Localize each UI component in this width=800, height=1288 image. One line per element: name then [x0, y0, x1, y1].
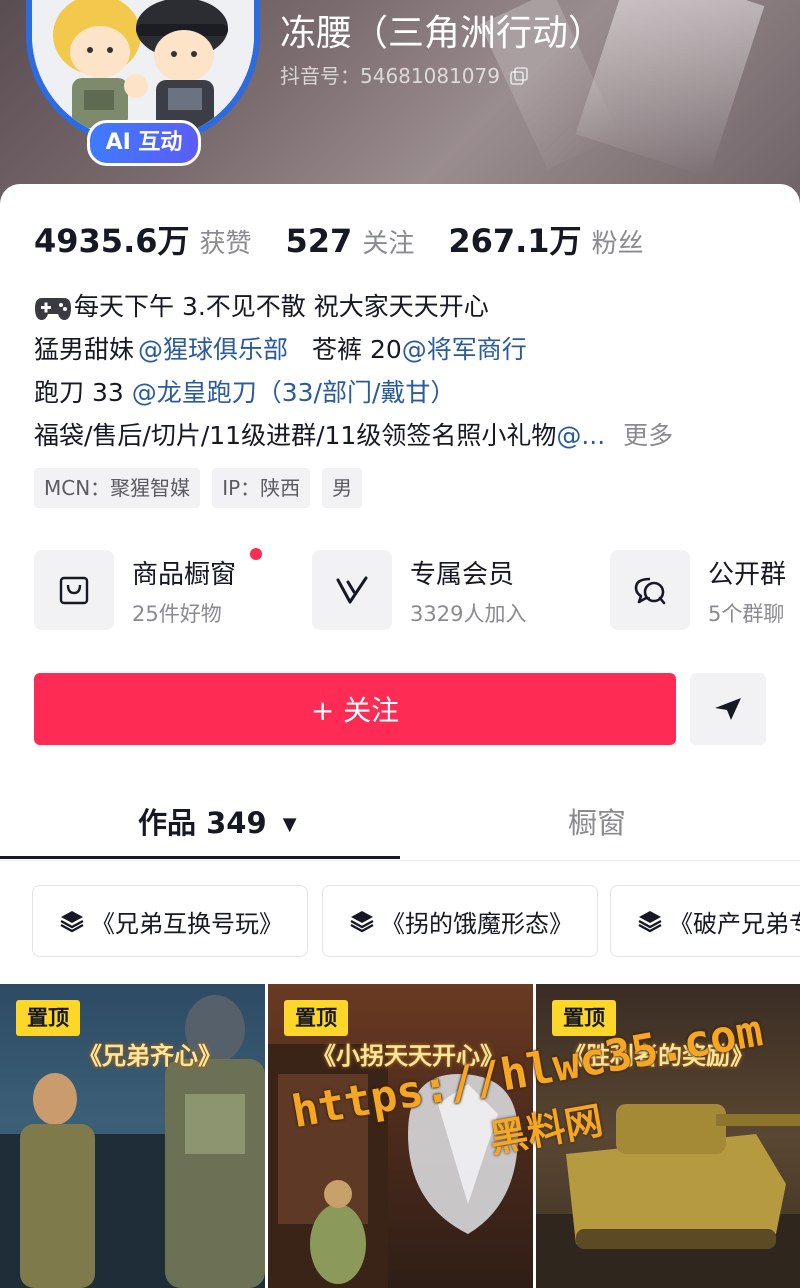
followers-count[interactable]: 267.1万 — [448, 216, 581, 262]
send-message-button[interactable] — [690, 673, 766, 745]
pinned-badge: 置顶 — [16, 1000, 80, 1036]
bio-line: 猛男甜妹 @猩球俱乐部 苍裤 20 @将军商行 — [34, 328, 794, 371]
feature-public-group[interactable]: 公开群 5个群聊 — [610, 550, 800, 630]
feature-subtitle: 5个群聊 — [708, 602, 785, 626]
ai-interaction-badge[interactable]: AI 互动 — [87, 120, 201, 166]
copy-icon[interactable] — [510, 67, 529, 85]
follow-button[interactable]: + 关注 — [34, 673, 676, 745]
pinned-badge: 置顶 — [552, 1000, 616, 1036]
collection-chip[interactable]: 《破产兄弟专 — [610, 885, 800, 957]
following-count[interactable]: 527 — [286, 222, 353, 260]
collection-title: 《拐的饿魔形态》 — [381, 909, 573, 938]
stack-icon — [60, 911, 84, 933]
feature-membership[interactable]: 专属会员 3329人加入 — [312, 550, 572, 630]
likes-count: 4935.6万 — [34, 222, 190, 260]
gamepad-icon — [35, 298, 71, 320]
feature-shop-window[interactable]: 商品橱窗 25件好物 — [34, 548, 294, 630]
feature-title: 商品橱窗 — [132, 560, 237, 590]
video-thumbnail[interactable]: 置顶 《兄弟齐心》 — [0, 984, 265, 1288]
followers-label[interactable]: 粉丝 — [592, 223, 644, 260]
bio-text: 福袋/售后/切片/11级进群/11级领签名照小礼物 — [34, 421, 557, 450]
tab-shop-window[interactable]: 橱窗 — [568, 800, 626, 842]
profile-name: 冻腰（三角洲行动） — [280, 13, 605, 54]
feature-subtitle: 25件好物 — [132, 602, 222, 626]
notification-dot — [250, 548, 262, 560]
bio[interactable]: 每天下午 3.不见不散 祝大家天天开心 猛男甜妹 @猩球俱乐部 苍裤 20 @将… — [34, 285, 794, 457]
dropdown-arrow-icon: ▼ — [282, 814, 297, 835]
shop-bag-icon — [34, 550, 114, 630]
tag-gender: 男 — [322, 468, 363, 508]
mention-link[interactable]: @猩球俱乐部 — [138, 328, 288, 371]
pinned-badge: 置顶 — [284, 1000, 348, 1036]
following-label[interactable]: 关注 — [362, 223, 414, 260]
bio-line-1: 每天下午 3.不见不散 祝大家天天开心 — [74, 292, 489, 321]
bio-text: 跑刀 33 — [34, 378, 132, 407]
stack-icon — [638, 911, 662, 933]
bio-line: 每天下午 3.不见不散 祝大家天天开心 — [34, 285, 794, 328]
feature-title: 公开群 — [708, 560, 787, 590]
bio-text: 猛男甜妹 — [34, 335, 135, 364]
tag-mcn[interactable]: MCN：聚猩智媒 — [34, 468, 201, 508]
mention-link[interactable]: @... — [556, 414, 605, 457]
bio-text: 苍裤 20 — [312, 335, 402, 364]
tab-divider — [0, 860, 800, 861]
video-caption: 《兄弟齐心》 — [78, 1042, 222, 1070]
likes-label: 获赞 — [199, 229, 252, 259]
stack-icon — [350, 911, 374, 933]
stats-row: 4935.6万 获赞 527 关注 267.1万 粉丝 — [34, 216, 678, 262]
active-tab-indicator — [0, 856, 400, 859]
feature-title: 专属会员 — [410, 560, 515, 590]
tab-works[interactable]: 作品 349 ▼ — [138, 800, 297, 842]
tag-ip: IP：陕西 — [212, 468, 311, 508]
collection-chip[interactable]: 《兄弟互换号玩》 — [32, 885, 308, 957]
collection-title: 《兄弟互换号玩》 — [91, 909, 283, 938]
tab-works-label: 作品 349 — [138, 806, 267, 840]
collection-chip[interactable]: 《拐的饿魔形态》 — [322, 885, 598, 957]
group-chat-icon — [610, 550, 690, 630]
douyin-id[interactable]: 抖音号：54681081079 — [280, 60, 529, 89]
vip-v-icon — [312, 550, 392, 630]
mention-link[interactable]: @龙皇跑刀（33/部门/戴甘） — [132, 371, 456, 414]
bio-more-button[interactable]: 更多 — [623, 414, 673, 457]
collection-title: 《破产兄弟专 — [669, 909, 800, 938]
profile-tags: MCN：聚猩智媒 IP：陕西 男 — [34, 468, 363, 508]
avatar-illustration — [32, 0, 254, 140]
feature-subtitle: 3329人加入 — [410, 602, 527, 626]
bio-line: 福袋/售后/切片/11级进群/11级领签名照小礼物 @... 更多 — [34, 414, 794, 457]
send-icon — [715, 698, 741, 720]
mention-link[interactable]: @将军商行 — [402, 328, 527, 371]
douyin-id-text: 抖音号：54681081079 — [280, 64, 500, 88]
bio-line: 跑刀 33 @龙皇跑刀（33/部门/戴甘） — [34, 371, 794, 414]
